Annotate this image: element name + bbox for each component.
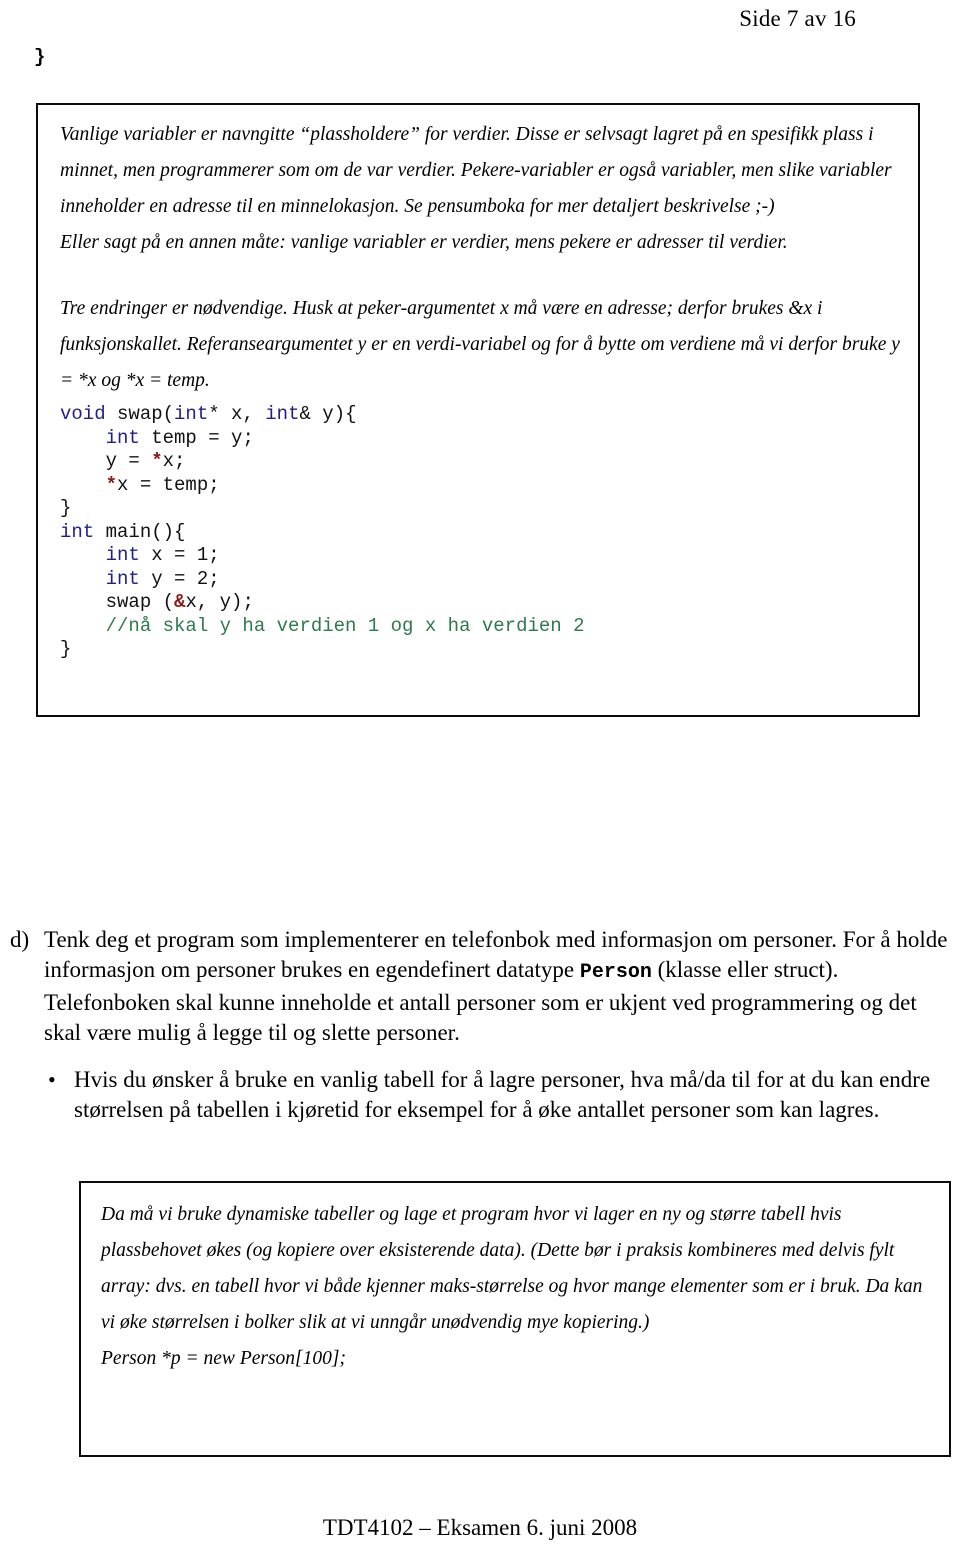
bullet-text: Hvis du ønsker å bruke en vanlig tabell … — [74, 1067, 931, 1122]
answer-paragraph: Da må vi bruke dynamiske tabeller og lag… — [101, 1204, 923, 1333]
code-token: * — [151, 450, 163, 472]
code-token: y = 2; — [139, 567, 220, 590]
task-letter: d) — [10, 927, 30, 952]
answer-box-bottom: Da må vi bruke dynamiske tabeller og lag… — [79, 1181, 951, 1457]
code-block-swap: void swap(int* x, int& y){ int temp = y;… — [60, 399, 900, 662]
stray-closing-brace: } — [34, 46, 46, 68]
task-d-mono-term: Person — [579, 961, 652, 984]
code-token: * — [105, 473, 118, 496]
code-token: x = 1; — [139, 544, 220, 566]
code-token: int — [105, 544, 140, 566]
page-number-header: Side 7 av 16 — [739, 6, 856, 31]
answer-code-line: Person *p = new Person[100]; — [101, 1348, 346, 1369]
code-token: & — [174, 591, 186, 613]
code-token: temp = y; — [139, 426, 254, 449]
code-token: & y){ — [299, 403, 357, 425]
code-token: } — [60, 638, 72, 660]
code-token: int — [265, 403, 300, 425]
code-token: //nå skal y ha verdien 1 og x ha verdien… — [60, 614, 585, 637]
code-token: swap( — [105, 403, 175, 425]
code-token: int — [105, 567, 140, 590]
bullet-list-item: • Hvis du ønsker å bruke en vanlig tabel… — [48, 1065, 948, 1125]
code-token: int — [60, 520, 95, 543]
task-d-text: Tenk deg et program som implementerer en… — [44, 925, 950, 1048]
code-token: int — [105, 426, 140, 449]
code-token: x, y); — [185, 591, 254, 613]
task-d-row: d) Tenk deg et program som implementerer… — [10, 925, 950, 1048]
code-token: void — [60, 403, 106, 425]
page-footer: TDT4102 – Eksamen 6. juni 2008 — [322, 1515, 638, 1540]
answer-box-top: Vanlige variabler er navngitte “plasshol… — [36, 103, 920, 717]
bullet-marker-icon: • — [48, 1067, 56, 1092]
code-token: * x, — [208, 403, 266, 425]
answer-paragraph: Tre endringer er nødvendige. Husk at pek… — [60, 298, 900, 391]
code-token: x; — [162, 450, 186, 472]
code-token: } — [60, 497, 72, 519]
code-token: y = — [60, 450, 152, 472]
code-token: swap ( — [60, 591, 175, 613]
code-token: main(){ — [94, 520, 186, 543]
code-token: int — [174, 403, 209, 425]
code-token: x = temp; — [117, 473, 220, 496]
answer-paragraph: Vanlige variabler er navngitte “plasshol… — [60, 124, 892, 217]
answer-paragraph: Eller sagt på en annen måte: vanlige var… — [60, 232, 788, 253]
